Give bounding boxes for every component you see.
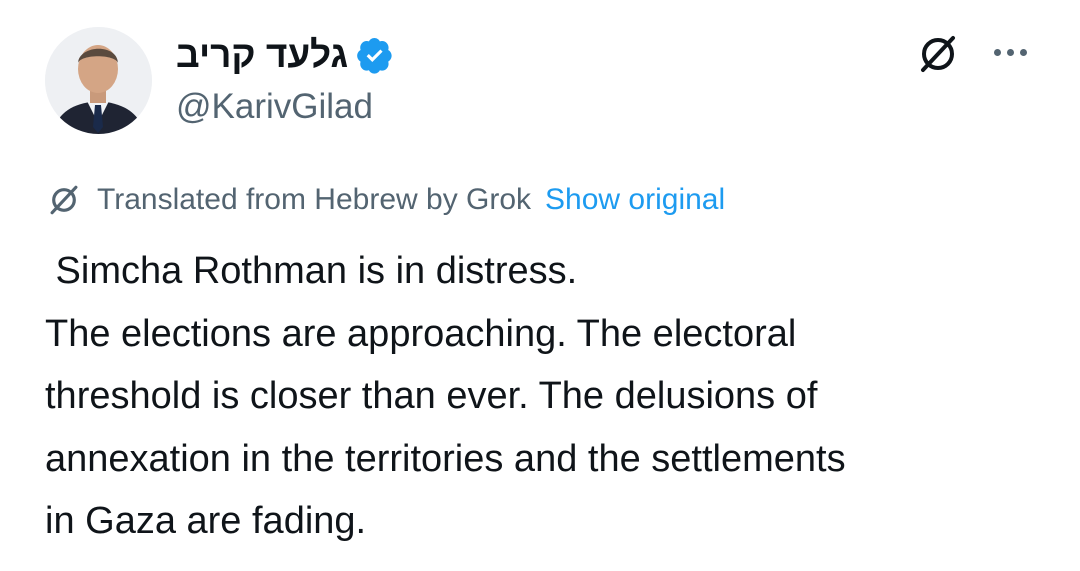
tweet-card: גלעד קריב @KarivGilad Translated from He… xyxy=(0,0,1080,571)
translation-notice: Translated from Hebrew by Grok Show orig… xyxy=(45,178,725,222)
verified-badge-icon xyxy=(357,37,392,74)
tweet-text: Simcha Rothman is in distress. The elect… xyxy=(45,240,1045,553)
more-options-icon[interactable] xyxy=(986,32,1034,72)
author-handle[interactable]: @KarivGilad xyxy=(176,86,373,128)
display-name[interactable]: גלעד קריב xyxy=(176,33,348,77)
tweet-text-line: threshold is closer than ever. The delus… xyxy=(45,375,818,417)
avatar-image xyxy=(45,27,152,134)
avatar[interactable] xyxy=(45,27,152,134)
show-original-link[interactable]: Show original xyxy=(545,180,725,220)
more-dot-icon xyxy=(993,48,1001,56)
grok-icon xyxy=(50,185,78,215)
tweet-text-line: The elections are approaching. The elect… xyxy=(45,312,797,355)
more-dot-icon xyxy=(1006,48,1014,56)
author-name-row: גלעד קריב xyxy=(176,30,394,80)
tweet-text-line: annexation in the territories and the se… xyxy=(45,437,846,480)
tweet-text-line: in Gaza are fading. xyxy=(45,500,367,542)
tweet-text-line: Simcha Rothman is in distress. xyxy=(45,250,578,292)
more-dot-icon xyxy=(1019,48,1027,56)
grok-icon[interactable] xyxy=(914,30,962,78)
translation-label: Translated from Hebrew by Grok xyxy=(97,183,532,216)
